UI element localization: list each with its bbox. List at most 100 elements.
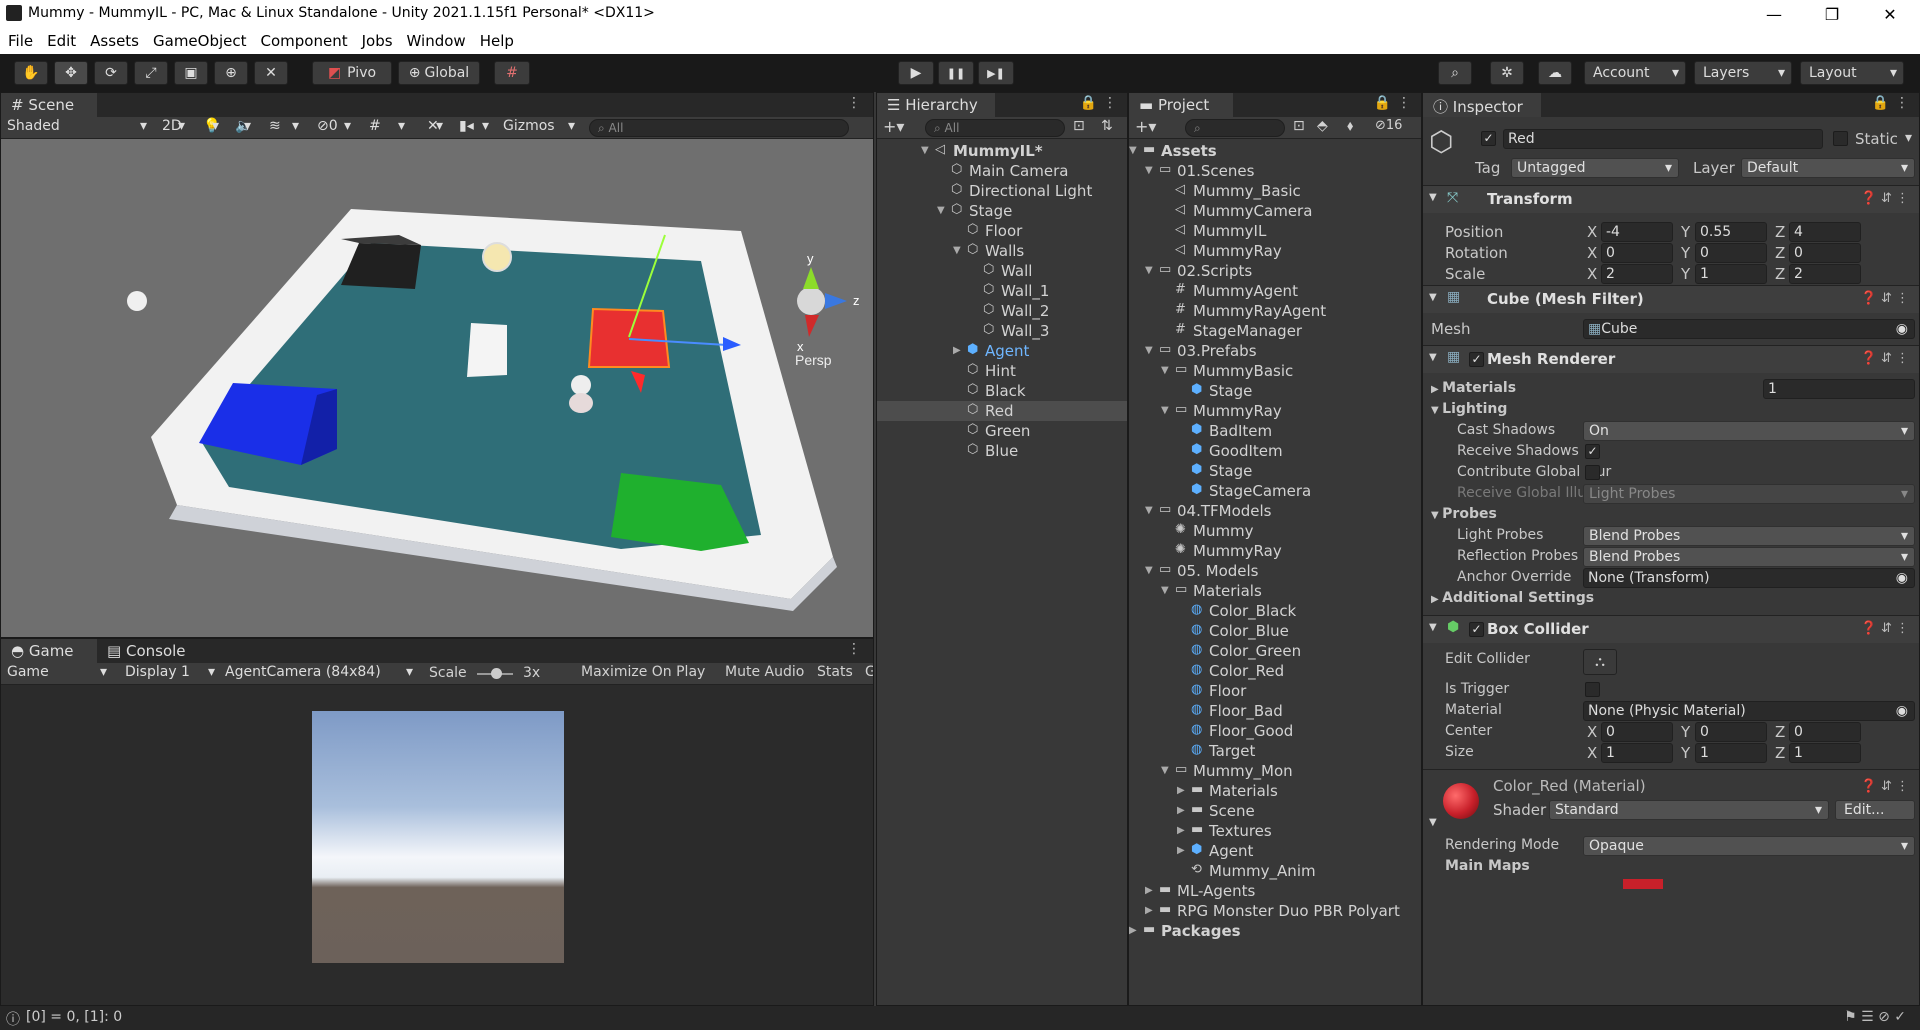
mesh-filter-header[interactable]: ▼ ▦ Cube (Mesh Filter) ❓ ⇵ ⋮ xyxy=(1423,285,1919,313)
rendering-mode-dropdown[interactable]: Opaque xyxy=(1583,836,1915,856)
transform-tool-icon[interactable]: ⊕ xyxy=(214,61,248,85)
camera-icon[interactable]: ▮◂ xyxy=(453,117,493,137)
project-item[interactable]: ◍ Floor_Good xyxy=(1129,721,1421,741)
project-item[interactable]: ◍ Color_Red xyxy=(1129,661,1421,681)
favorite-icon[interactable]: ⬧ xyxy=(1347,118,1353,134)
chevron-right-icon[interactable]: ▶ xyxy=(953,345,961,356)
box-collider-enabled-checkbox[interactable]: ✓ xyxy=(1469,622,1484,637)
center-z-field[interactable]: 0 xyxy=(1789,722,1861,742)
scale-x-label[interactable]: X xyxy=(1587,265,1597,283)
stats-toggle[interactable]: Stats xyxy=(817,664,853,680)
kebab-menu-icon[interactable]: ⋮ xyxy=(1397,95,1411,111)
project-item[interactable]: ▶ ⬢ Agent xyxy=(1129,841,1421,861)
light-probes-dropdown[interactable]: Blend Probes xyxy=(1583,526,1915,546)
hierarchy-item[interactable]: ⬡ Wall_3 xyxy=(877,321,1127,341)
component-menu-icons[interactable]: ❓ ⇵ ⋮ xyxy=(1861,191,1909,206)
tab-inspector[interactable]: ⓘ Inspector xyxy=(1423,93,1541,117)
object-picker-icon[interactable]: ◉ xyxy=(1896,321,1908,337)
materials-count-field[interactable]: 1 xyxy=(1763,379,1915,399)
kebab-menu-icon[interactable]: ⋮ xyxy=(847,95,861,111)
pause-button[interactable]: ❚❚ xyxy=(938,61,974,85)
center-y-label[interactable]: Y xyxy=(1681,723,1690,741)
resolution-dropdown[interactable]: AgentCamera (84x84) xyxy=(219,663,417,683)
center-x-label[interactable]: X xyxy=(1587,723,1597,741)
menu-window[interactable]: Window xyxy=(407,32,466,50)
reflection-probes-dropdown[interactable]: Blend Probes xyxy=(1583,547,1915,567)
project-item[interactable]: ▼ ▭ 01.Scenes xyxy=(1129,161,1421,181)
project-item[interactable]: ▶ ▬ Packages xyxy=(1129,921,1421,941)
position-y-field[interactable]: 0.55 xyxy=(1695,222,1767,242)
receive-shadows-checkbox[interactable]: ✓ xyxy=(1585,444,1600,459)
maximize-on-play-toggle[interactable]: Maximize On Play xyxy=(581,664,705,680)
project-item[interactable]: ⟲ Mummy_Anim xyxy=(1129,861,1421,881)
2d-toggle[interactable]: 2D xyxy=(157,117,189,137)
chevron-right-icon[interactable]: ▶ xyxy=(1177,845,1185,856)
persp-label[interactable]: Persp xyxy=(795,352,832,368)
add-object-button[interactable]: +▾ xyxy=(883,117,904,136)
project-item[interactable]: ▼ ▭ MummyBasic xyxy=(1129,361,1421,381)
project-item[interactable]: ▶ ▬ RPG Monster Duo PBR Polyart xyxy=(1129,901,1421,921)
hierarchy-item[interactable]: ⬡ Wall_1 xyxy=(877,281,1127,301)
lock-icon[interactable]: 🔒 xyxy=(1872,95,1889,111)
menu-edit[interactable]: Edit xyxy=(47,32,76,50)
chevron-down-icon[interactable]: ▼ xyxy=(921,145,929,156)
rect-tool-icon[interactable]: ▣ xyxy=(174,61,208,85)
filter-by-label-icon[interactable]: ⬘ xyxy=(1317,118,1328,134)
step-button[interactable]: ▶❚ xyxy=(978,61,1014,85)
size-z-field[interactable]: 1 xyxy=(1789,743,1861,763)
project-item[interactable]: ▼ ▭ 03.Prefabs xyxy=(1129,341,1421,361)
hierarchy-item[interactable]: ⬡ Red xyxy=(877,401,1127,421)
project-item[interactable]: ⬢ Stage xyxy=(1129,381,1421,401)
chevron-right-icon[interactable]: ▶ xyxy=(1177,805,1185,816)
project-item[interactable]: ▶ ▬ Scene xyxy=(1129,801,1421,821)
component-menu-icons[interactable]: ❓ ⇵ ⋮ xyxy=(1861,621,1909,636)
game-view-dropdown[interactable]: Game xyxy=(1,663,111,683)
tools-icon[interactable]: ✕ xyxy=(421,117,447,137)
hierarchy-item[interactable]: ▼ ◁ MummyIL* xyxy=(877,141,1127,161)
rotation-z-field[interactable]: 0 xyxy=(1789,243,1861,263)
move-tool-icon[interactable]: ✥ xyxy=(54,61,88,85)
additional-settings-foldout[interactable]: ▶ Additional Settings xyxy=(1431,590,1594,606)
project-item[interactable]: ⬢ StageCamera xyxy=(1129,481,1421,501)
lighting-toggle-icon[interactable]: 💡 xyxy=(197,117,223,137)
layers-dropdown[interactable]: Layers ▾ xyxy=(1694,61,1792,85)
anchor-override-field[interactable]: None (Transform) ◉ xyxy=(1583,568,1915,588)
hierarchy-item[interactable]: ⬡ Wall_2 xyxy=(877,301,1127,321)
hidden-packages-toggle[interactable]: ⊘16 xyxy=(1375,118,1402,133)
lock-icon[interactable]: 🔒 xyxy=(1080,95,1097,111)
kebab-menu-icon[interactable]: ⋮ xyxy=(1103,95,1117,111)
hierarchy-item[interactable]: ⬡ Green xyxy=(877,421,1127,441)
project-search-input[interactable]: ⌕ xyxy=(1185,119,1285,137)
status-message[interactable]: [0] = 0, [1]: 0 xyxy=(26,1009,122,1025)
project-item[interactable]: ◍ Target xyxy=(1129,741,1421,761)
scale-x-field[interactable]: 2 xyxy=(1601,264,1673,284)
scene-search-input[interactable]: ⌕ All xyxy=(589,119,849,137)
project-item[interactable]: ⬢ GoodItem xyxy=(1129,441,1421,461)
transform-header[interactable]: ▼ ⤧ Transform ❓ ⇵ ⋮ xyxy=(1423,185,1919,213)
hierarchy-item[interactable]: ▼ ⬡ Stage xyxy=(877,201,1127,221)
project-item[interactable]: ⬢ Stage xyxy=(1129,461,1421,481)
tab-console[interactable]: ▤ Console xyxy=(97,639,207,663)
physic-material-field[interactable]: None (Physic Material) ◉ xyxy=(1583,701,1915,721)
scale-slider-handle[interactable] xyxy=(491,668,502,679)
size-x-label[interactable]: X xyxy=(1587,744,1597,762)
chevron-down-icon[interactable]: ▼ xyxy=(1129,145,1137,156)
object-picker-icon[interactable]: ◉ xyxy=(1896,570,1908,586)
hierarchy-item[interactable]: ⬡ Hint xyxy=(877,361,1127,381)
kebab-menu-icon[interactable]: ⋮ xyxy=(847,641,861,657)
position-x-label[interactable]: X xyxy=(1587,223,1597,241)
project-item[interactable]: ▼ ▭ MummyRay xyxy=(1129,401,1421,421)
project-item[interactable]: ▼ ▬ Assets xyxy=(1129,141,1421,161)
project-item[interactable]: ⬢ BadItem xyxy=(1129,421,1421,441)
project-item[interactable]: # MummyAgent xyxy=(1129,281,1421,301)
rotation-x-label[interactable]: X xyxy=(1587,244,1597,262)
chevron-down-icon[interactable]: ▼ xyxy=(1161,765,1169,776)
rotation-y-field[interactable]: 0 xyxy=(1695,243,1767,263)
project-item[interactable]: ◁ MummyCamera xyxy=(1129,201,1421,221)
object-picker-icon[interactable]: ◉ xyxy=(1896,703,1908,719)
chevron-down-icon[interactable]: ▼ xyxy=(1145,165,1153,176)
grid-toggle-icon[interactable]: # xyxy=(363,117,409,137)
project-item[interactable]: ◍ Floor xyxy=(1129,681,1421,701)
project-item[interactable]: ▼ ▭ 05. Models xyxy=(1129,561,1421,581)
component-menu-icons[interactable]: ❓ ⇵ ⋮ xyxy=(1861,291,1909,306)
